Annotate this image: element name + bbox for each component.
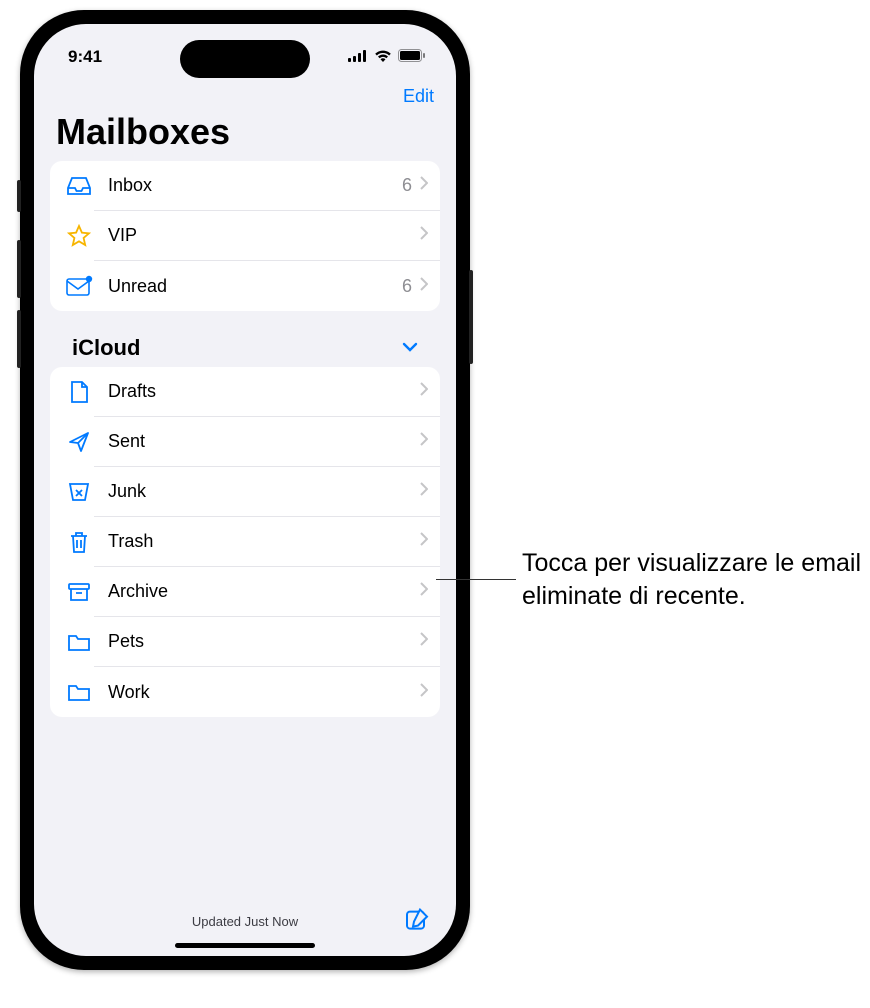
mailbox-row-work[interactable]: Work — [50, 667, 440, 717]
edit-button[interactable]: Edit — [403, 86, 434, 107]
mailbox-row-drafts[interactable]: Drafts — [50, 367, 440, 417]
mailbox-row-sent[interactable]: Sent — [50, 417, 440, 467]
chevron-right-icon — [420, 432, 428, 451]
star-icon — [64, 221, 94, 251]
chevron-right-icon — [420, 683, 428, 702]
mailbox-row-pets[interactable]: Pets — [50, 617, 440, 667]
mailbox-row-junk[interactable]: Junk — [50, 467, 440, 517]
volume-down-button — [17, 310, 21, 368]
mailbox-label: Trash — [108, 531, 420, 552]
update-status: Updated Just Now — [192, 914, 298, 929]
mailbox-row-archive[interactable]: Archive — [50, 567, 440, 617]
chevron-down-icon — [402, 339, 418, 357]
trash-icon — [64, 527, 94, 557]
chevron-right-icon — [420, 532, 428, 551]
nav-bar: Edit — [34, 80, 456, 109]
icloud-folders-group: Drafts Sent — [50, 367, 440, 717]
page-title: Mailboxes — [34, 109, 456, 161]
unread-icon — [64, 271, 94, 301]
compose-icon — [404, 921, 430, 936]
mailbox-label: Unread — [108, 276, 402, 297]
document-icon — [64, 377, 94, 407]
mailbox-label: Archive — [108, 581, 420, 602]
inbox-icon — [64, 171, 94, 201]
account-section-header[interactable]: iCloud — [50, 315, 440, 367]
mailbox-label: Junk — [108, 481, 420, 502]
mailbox-label: VIP — [108, 225, 412, 246]
volume-up-button — [17, 240, 21, 298]
smart-mailboxes-group: Inbox 6 VIP — [50, 161, 440, 311]
mailbox-label: Inbox — [108, 175, 402, 196]
mailbox-count: 6 — [402, 276, 412, 297]
chevron-right-icon — [420, 226, 428, 245]
mailbox-row-inbox[interactable]: Inbox 6 — [50, 161, 440, 211]
chevron-right-icon — [420, 382, 428, 401]
silence-switch — [17, 180, 21, 212]
power-button — [469, 270, 473, 364]
mailbox-label: Work — [108, 682, 420, 703]
compose-button[interactable] — [404, 907, 430, 936]
mailbox-label: Drafts — [108, 381, 420, 402]
chevron-right-icon — [420, 632, 428, 651]
dynamic-island — [180, 40, 310, 78]
mailbox-content: Inbox 6 VIP — [34, 161, 456, 892]
mailbox-count: 6 — [402, 175, 412, 196]
junk-icon — [64, 477, 94, 507]
folder-icon — [64, 677, 94, 707]
mailbox-row-trash[interactable]: Trash — [50, 517, 440, 567]
chevron-right-icon — [420, 176, 428, 195]
home-indicator[interactable] — [175, 943, 315, 948]
account-name: iCloud — [72, 335, 140, 361]
mailbox-row-unread[interactable]: Unread 6 — [50, 261, 440, 311]
screen: 9:41 Edit Mailboxes — [34, 24, 456, 956]
paper-plane-icon — [64, 427, 94, 457]
archive-icon — [64, 577, 94, 607]
status-time: 9:41 — [68, 47, 128, 67]
chevron-right-icon — [420, 277, 428, 296]
cellular-icon — [348, 47, 368, 67]
iphone-frame: 9:41 Edit Mailboxes — [20, 10, 470, 970]
mailbox-label: Sent — [108, 431, 420, 452]
callout-text: Tocca per visualizzare le email eliminat… — [522, 547, 862, 612]
chevron-right-icon — [420, 482, 428, 501]
wifi-icon — [374, 47, 392, 67]
battery-icon — [398, 47, 426, 67]
mailbox-row-vip[interactable]: VIP — [50, 211, 440, 261]
mailbox-label: Pets — [108, 631, 420, 652]
folder-icon — [64, 627, 94, 657]
callout-line — [436, 579, 516, 580]
chevron-right-icon — [420, 582, 428, 601]
